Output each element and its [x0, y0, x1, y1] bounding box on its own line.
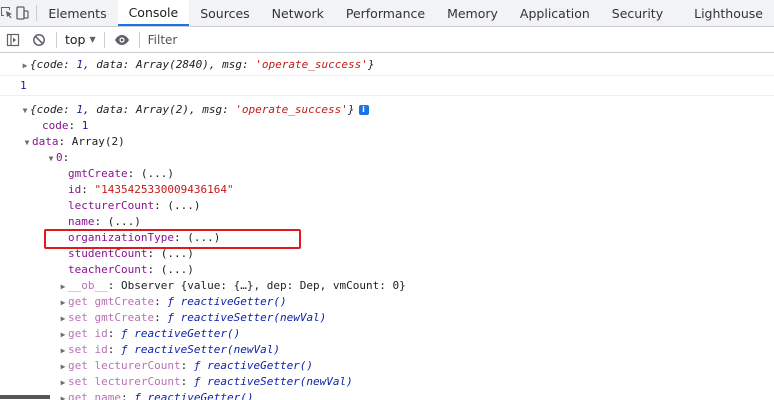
collapse-triangle-icon[interactable]: ▼ — [20, 103, 30, 119]
expand-triangle-icon[interactable]: ▶ — [20, 58, 30, 74]
console-message: 1 — [0, 76, 774, 96]
context-label: top — [65, 32, 86, 47]
info-icon[interactable]: i — [358, 105, 369, 115]
tree-property-studentcount[interactable]: studentCount: (...) — [20, 246, 774, 262]
device-toolbar-icon[interactable] — [15, 0, 30, 26]
devtools-tabbar: Elements Console Sources Network Perform… — [0, 0, 774, 27]
tree-property-lecturercount[interactable]: lecturerCount: (...) — [20, 198, 774, 214]
scrollbar-thumb[interactable] — [0, 395, 50, 399]
tree-item-0[interactable]: ▼ 0: — [20, 150, 774, 166]
expand-triangle-icon[interactable]: ▶ — [58, 279, 68, 295]
tree-accessor[interactable]: ▶ set id: ƒ reactiveSetter(newVal) — [20, 342, 774, 358]
tab-console[interactable]: Console — [117, 0, 190, 26]
tab-lighthouse[interactable]: Lighthouse — [674, 0, 774, 26]
tabbar-separator — [35, 5, 37, 21]
tab-application[interactable]: Application — [509, 0, 601, 26]
sidebar-toggle-icon[interactable] — [0, 27, 26, 53]
toolbar-separator — [56, 31, 57, 48]
tab-memory[interactable]: Memory — [436, 0, 509, 26]
console-toolbar: top ▼ — [0, 27, 774, 53]
tab-network[interactable]: Network — [261, 0, 335, 26]
horizontal-scrollbar[interactable] — [0, 394, 774, 400]
tree-accessor[interactable]: ▶ set lecturerCount: ƒ reactiveSetter(new… — [20, 374, 774, 390]
expand-triangle-icon[interactable]: ▶ — [58, 311, 68, 327]
live-expression-eye-icon[interactable] — [109, 27, 135, 53]
collapse-triangle-icon[interactable]: ▼ — [22, 135, 32, 151]
number-value: 1 — [20, 79, 27, 92]
expand-triangle-icon[interactable]: ▶ — [58, 375, 68, 391]
expand-triangle-icon[interactable]: ▶ — [58, 359, 68, 375]
object-preview-expanded[interactable]: ▼ {code: 1, data: Array(2), msg: 'operate… — [20, 102, 774, 118]
tab-security[interactable]: Security — [601, 0, 674, 26]
tree-accessor[interactable]: ▶ set gmtCreate: ƒ reactiveSetter(newVal) — [20, 310, 774, 326]
tree-accessor[interactable]: ▶ get lecturerCount: ƒ reactiveGetter() — [20, 358, 774, 374]
console-message: ▶ {code: 1, data: Array(2840), msg: 'oper… — [0, 53, 774, 76]
object-preview[interactable]: ▶ {code: 1, data: Array(2840), msg: 'oper… — [20, 57, 774, 73]
toolbar-separator — [138, 31, 140, 48]
expand-triangle-icon[interactable]: ▶ — [58, 327, 68, 343]
tab-sources[interactable]: Sources — [189, 0, 260, 26]
tree-property-organizationtype[interactable]: organizationType: (...) — [20, 230, 774, 246]
tree-accessor[interactable]: ▶ get gmtCreate: ƒ reactiveGetter() — [20, 294, 774, 310]
tree-property-code[interactable]: code: 1 — [20, 118, 774, 134]
tree-property-ob[interactable]: ▶ __ob__: Observer {value: {…}, dep: Dep,… — [20, 278, 774, 294]
filter-input[interactable] — [147, 32, 448, 47]
console-message: ▼ {code: 1, data: Array(2), msg: 'operate… — [0, 96, 774, 400]
collapse-triangle-icon[interactable]: ▼ — [46, 151, 56, 167]
tree-property-teachercount[interactable]: teacherCount: (...) — [20, 262, 774, 278]
caret-down-icon: ▼ — [89, 35, 96, 44]
expand-triangle-icon[interactable]: ▶ — [58, 343, 68, 359]
tab-elements[interactable]: Elements — [42, 0, 117, 26]
tree-accessor[interactable]: ▶ get id: ƒ reactiveGetter() — [20, 326, 774, 342]
clear-console-icon[interactable] — [26, 27, 52, 53]
toolbar-separator — [103, 31, 105, 48]
expand-triangle-icon[interactable]: ▶ — [58, 295, 68, 311]
inspect-element-icon[interactable] — [0, 0, 15, 26]
console-output: ▶ {code: 1, data: Array(2840), msg: 'oper… — [0, 53, 774, 400]
tab-performance[interactable]: Performance — [335, 0, 436, 26]
tree-property-gmtcreate[interactable]: gmtCreate: (...) — [20, 166, 774, 182]
context-selector[interactable]: top ▼ — [61, 32, 100, 47]
tree-property-name[interactable]: name: (...) — [20, 214, 774, 230]
tree-property-data[interactable]: ▼ data: Array(2) — [20, 134, 774, 150]
tree-property-id[interactable]: id: "1435425330009436164" — [20, 182, 774, 198]
